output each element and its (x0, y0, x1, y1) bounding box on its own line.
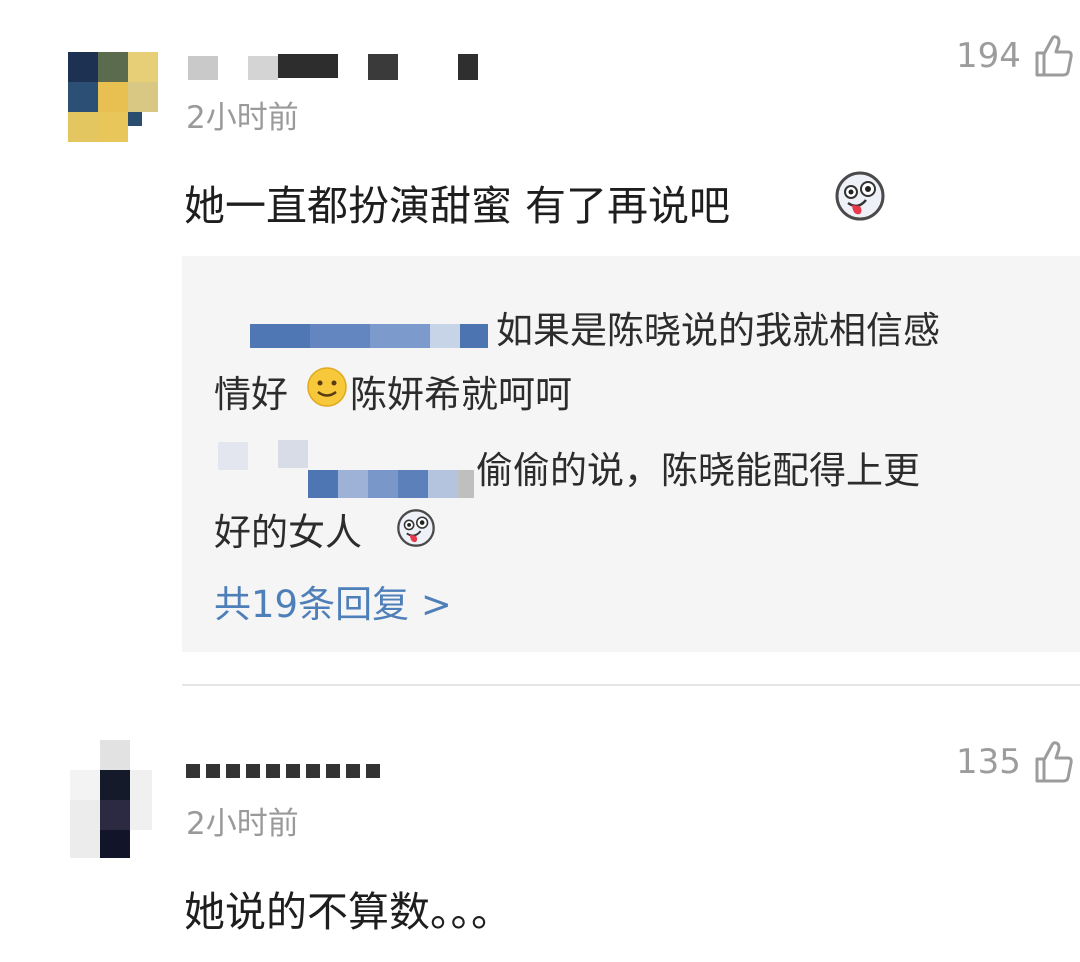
reply-text-cont: 好的女人 (214, 511, 362, 554)
reply-username[interactable] (218, 440, 478, 500)
avatar[interactable] (68, 52, 160, 144)
comment-time: 2小时前 (186, 100, 299, 136)
thumbs-up-outline-icon (1035, 741, 1073, 783)
like-button[interactable]: 194 (950, 34, 1080, 80)
avatar[interactable] (70, 740, 152, 858)
comment-text: 她一直都扮演甜蜜 有了再说吧 (184, 182, 731, 230)
comment-time: 2小时前 (186, 806, 299, 842)
reply-text: 如果是陈晓说的我就相信感 (496, 309, 940, 352)
reply-text: 偷偷的说，陈晓能配得上更 (476, 449, 920, 492)
smile-emoji-icon (307, 367, 347, 407)
comment-text: 她说的不算数。。。 (184, 888, 512, 936)
tongue-out-emoji-icon (835, 171, 885, 221)
username[interactable] (186, 760, 382, 780)
reply-text-cont: 陈妍希就呵呵 (350, 373, 572, 416)
thumbs-up-outline-icon (1035, 35, 1073, 77)
reply-preview-box[interactable]: 如果是陈晓说的我就相信感 情好 陈妍希就呵呵 偷偷的说，陈晓能配得上更 好的女人… (182, 256, 1080, 652)
comment-divider (182, 684, 1080, 686)
tongue-out-emoji-icon (397, 509, 435, 547)
view-all-replies-link[interactable]: 共19条回复 > (214, 574, 452, 628)
like-button[interactable]: 135 (950, 740, 1080, 786)
reply-text-cont: 情好 (214, 373, 288, 416)
like-count: 194 (956, 36, 1021, 76)
username[interactable] (188, 52, 488, 82)
reply-username[interactable] (242, 320, 490, 352)
like-count: 135 (956, 742, 1021, 782)
